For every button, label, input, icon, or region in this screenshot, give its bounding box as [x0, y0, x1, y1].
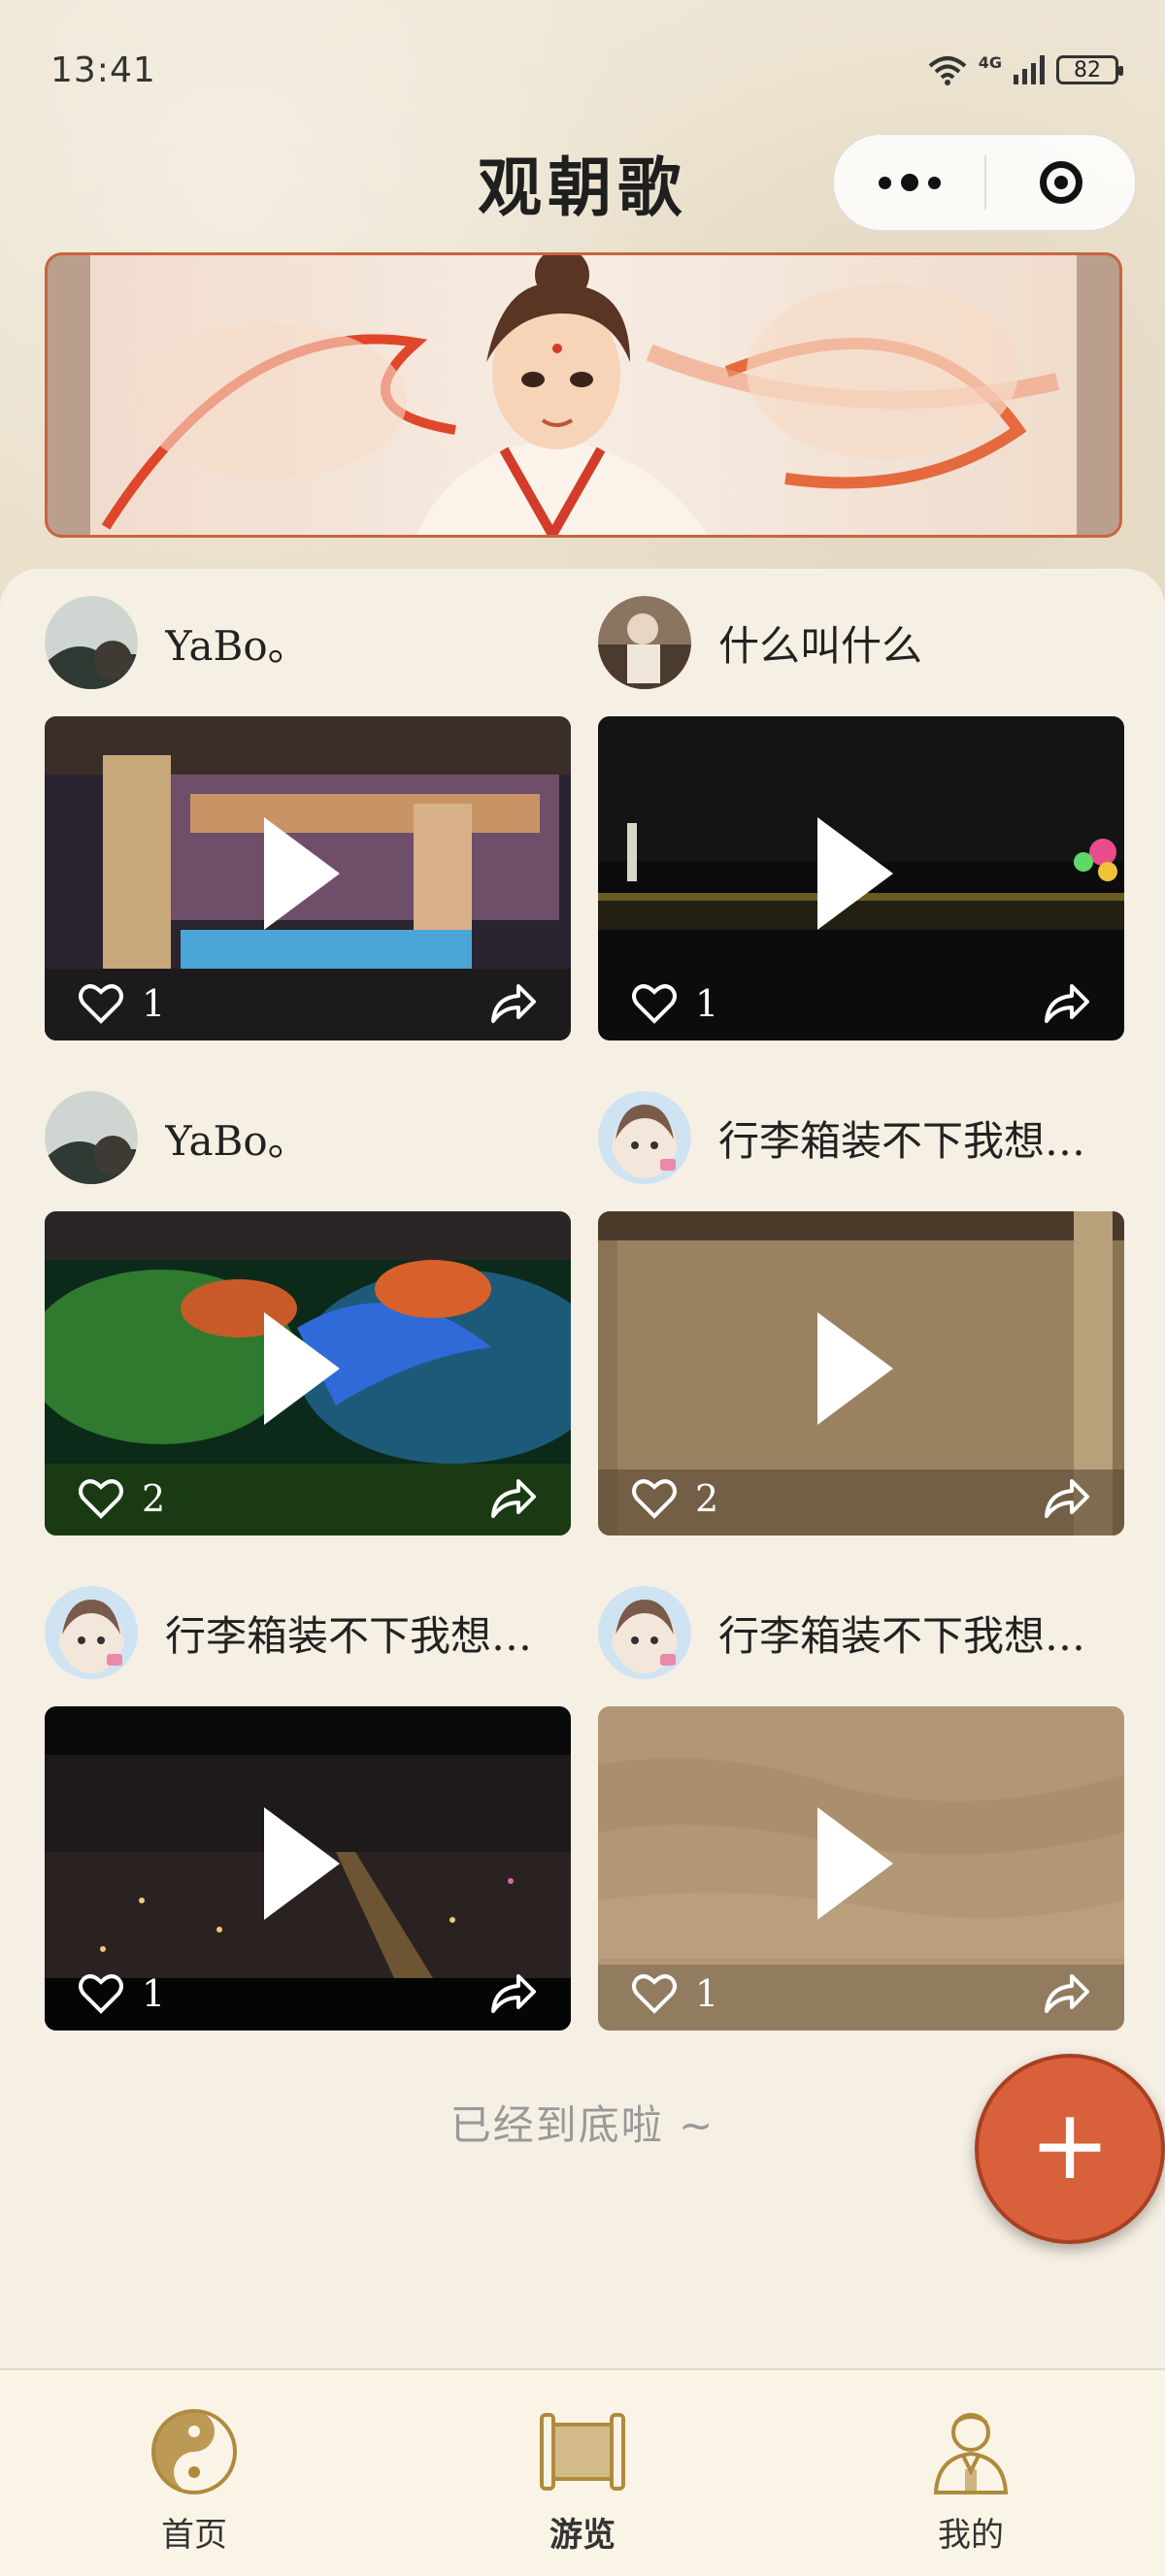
banner-carousel[interactable] [45, 252, 1122, 538]
post-author[interactable]: YaBo。 [45, 1091, 571, 1184]
share-icon[interactable] [1043, 1970, 1091, 2015]
heart-icon [632, 1479, 677, 1519]
like-button[interactable]: 2 [78, 1475, 165, 1522]
like-count: 1 [695, 982, 719, 1025]
post-author[interactable]: 行李箱装不下我想… [45, 1586, 571, 1679]
post-author[interactable]: YaBo。 [45, 596, 571, 689]
like-button[interactable]: 1 [78, 980, 165, 1027]
more-dot-icon [900, 174, 918, 191]
play-icon[interactable] [817, 817, 893, 930]
video-thumbnail[interactable]: 1 [598, 716, 1124, 1040]
video-thumbnail[interactable]: 1 [598, 1706, 1124, 2031]
like-button[interactable]: 2 [631, 1475, 718, 1522]
tab-label: 游览 [549, 2516, 616, 2555]
taiji-icon [151, 2409, 237, 2494]
author-name: YaBo。 [165, 621, 309, 670]
post-author[interactable]: 行李箱装不下我想… [598, 1091, 1124, 1184]
author-name: 行李箱装不下我想… [718, 1611, 1086, 1660]
miniprogram-capsule [833, 134, 1136, 231]
share-icon[interactable] [1043, 1475, 1091, 1520]
share-icon[interactable] [489, 1970, 538, 2015]
status-icons: 4G 82 [928, 52, 1123, 85]
status-bar: 13:41 4G 82 [0, 0, 1165, 146]
wifi-icon [928, 56, 967, 85]
tab-label: 首页 [161, 2516, 227, 2555]
heart-icon [79, 984, 123, 1024]
close-miniprogram-button[interactable] [986, 135, 1135, 230]
like-count: 1 [695, 1972, 719, 2015]
post-author[interactable]: 行李箱装不下我想… [598, 1586, 1124, 1679]
like-count: 1 [142, 1972, 166, 2015]
like-count: 2 [142, 1477, 166, 1520]
avatar [598, 596, 691, 689]
like-button[interactable]: 1 [631, 1970, 718, 2017]
scroll-icon [540, 2413, 625, 2491]
heart-icon [79, 1974, 123, 2014]
play-icon[interactable] [817, 1807, 893, 1920]
signal-icon [1014, 55, 1045, 84]
target-icon [1039, 161, 1082, 204]
play-icon[interactable] [264, 1807, 340, 1920]
play-icon[interactable] [817, 1312, 893, 1425]
add-post-button[interactable]: + [975, 2054, 1165, 2244]
play-icon[interactable] [264, 817, 340, 930]
battery-icon: 82 [1056, 55, 1123, 84]
video-thumbnail[interactable]: 2 [45, 1211, 571, 1536]
tab-mine[interactable]: 我的 [777, 2370, 1165, 2576]
like-count: 2 [695, 1477, 719, 1520]
person-icon [933, 2413, 1009, 2494]
avatar [45, 1586, 138, 1679]
author-name: YaBo。 [165, 1116, 309, 1165]
like-button[interactable]: 1 [78, 1970, 165, 2017]
tab-home[interactable]: 首页 [0, 2370, 388, 2576]
post-author[interactable]: 什么叫什么 [598, 596, 1124, 689]
avatar [598, 1586, 691, 1679]
author-name: 什么叫什么 [718, 621, 923, 670]
heart-icon [79, 1479, 123, 1519]
tab-browse[interactable]: 游览 [388, 2370, 777, 2576]
avatar [45, 596, 138, 689]
like-count: 1 [142, 982, 166, 1025]
more-dot-icon [927, 176, 941, 189]
network-type: 4G [978, 52, 1002, 72]
heart-icon [632, 984, 677, 1024]
share-icon[interactable] [1043, 980, 1091, 1025]
video-thumbnail[interactable]: 1 [45, 716, 571, 1040]
battery-level: 82 [1074, 57, 1101, 83]
author-name: 行李箱装不下我想… [165, 1611, 533, 1660]
avatar [598, 1091, 691, 1184]
tab-label: 我的 [938, 2516, 1004, 2555]
plus-icon: + [1029, 2088, 1111, 2201]
share-icon[interactable] [489, 980, 538, 1025]
heart-icon [632, 1974, 677, 2014]
more-dot-icon [878, 176, 891, 189]
banner-image [90, 255, 1077, 535]
more-button[interactable] [834, 135, 984, 230]
video-thumbnail[interactable]: 2 [598, 1211, 1124, 1536]
play-icon[interactable] [264, 1312, 340, 1425]
bottom-tab-bar: 首页 游览 我的 [0, 2368, 1165, 2576]
video-thumbnail[interactable]: 1 [45, 1706, 571, 2031]
author-name: 行李箱装不下我想… [718, 1116, 1086, 1165]
status-time: 13:41 [50, 50, 156, 90]
share-icon[interactable] [489, 1475, 538, 1520]
like-button[interactable]: 1 [631, 980, 718, 1027]
avatar [45, 1091, 138, 1184]
